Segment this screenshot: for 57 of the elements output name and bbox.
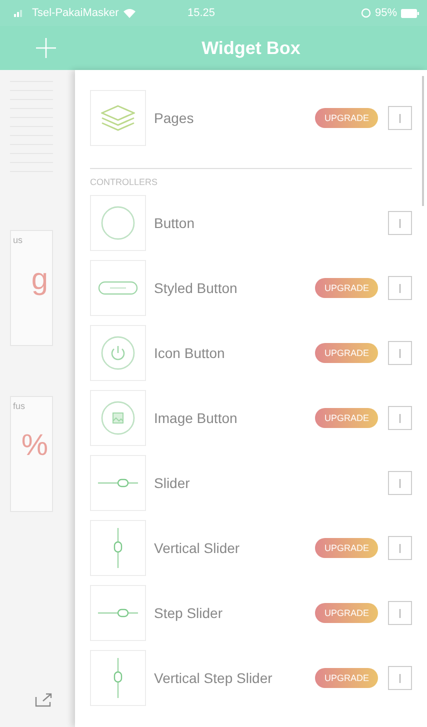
info-icon[interactable] bbox=[388, 406, 412, 430]
widget-name[interactable]: Vertical Slider bbox=[154, 540, 316, 556]
power-icon bbox=[101, 336, 135, 370]
widget-name[interactable]: Step Slider bbox=[154, 605, 316, 621]
upgrade-badge[interactable]: UPGRADE bbox=[315, 603, 378, 623]
rotation-lock-icon bbox=[360, 8, 371, 18]
widget-thumbnail[interactable] bbox=[90, 90, 146, 146]
info-icon[interactable] bbox=[388, 536, 412, 560]
status-time: 15.25 bbox=[187, 7, 216, 19]
circle-icon bbox=[101, 206, 135, 240]
add-icon[interactable] bbox=[35, 37, 57, 59]
widget-name[interactable]: Styled Button bbox=[154, 280, 316, 296]
widget-label: us bbox=[13, 235, 24, 245]
info-icon[interactable] bbox=[388, 601, 412, 625]
widget-thumbnail[interactable] bbox=[90, 585, 146, 641]
widget-name[interactable]: Icon Button bbox=[154, 345, 316, 361]
slider-icon bbox=[98, 478, 138, 488]
widget-value: % bbox=[20, 429, 49, 463]
battery-percent: 95% bbox=[374, 7, 397, 19]
widget-name[interactable]: Image Button bbox=[154, 410, 316, 426]
carrier-name: Tsel-PakaiMasker bbox=[32, 7, 119, 19]
info-icon[interactable] bbox=[388, 471, 412, 495]
widget-thumbnail[interactable] bbox=[90, 325, 146, 381]
upgrade-badge[interactable]: UPGRADE bbox=[315, 408, 378, 428]
upgrade-badge[interactable]: UPGRADE bbox=[315, 108, 378, 128]
upgrade-badge[interactable]: UPGRADE bbox=[315, 538, 378, 558]
widget-name[interactable]: Vertical Step Slider bbox=[154, 670, 316, 686]
window-title: Widget Box bbox=[200, 38, 302, 58]
vertical-step-slider-icon bbox=[113, 658, 123, 698]
widget-thumbnail[interactable] bbox=[90, 650, 146, 706]
widget-name[interactable]: Slider bbox=[154, 475, 388, 491]
info-icon[interactable] bbox=[388, 211, 412, 235]
upgrade-badge[interactable]: UPGRADE bbox=[315, 668, 378, 688]
step-slider-icon bbox=[98, 608, 138, 618]
pill-button-icon bbox=[98, 281, 138, 295]
info-icon[interactable] bbox=[388, 341, 412, 365]
widget-label: fus bbox=[13, 401, 26, 411]
battery-icon bbox=[401, 8, 419, 18]
widget-thumbnail[interactable] bbox=[90, 455, 146, 511]
widget-thumbnail[interactable] bbox=[90, 390, 146, 446]
widget-thumbnail[interactable] bbox=[90, 195, 146, 251]
image-icon bbox=[101, 401, 135, 435]
layers-icon bbox=[101, 105, 135, 131]
upgrade-badge[interactable]: UPGRADE bbox=[315, 278, 378, 298]
info-icon[interactable] bbox=[388, 106, 412, 130]
section-header: CONTROLLERS bbox=[90, 168, 412, 195]
widget-name[interactable]: Button bbox=[154, 215, 388, 231]
vertical-slider-icon bbox=[113, 528, 123, 568]
widget-thumbnail[interactable] bbox=[90, 260, 146, 316]
wifi-icon bbox=[122, 8, 136, 18]
upgrade-badge[interactable]: UPGRADE bbox=[315, 343, 378, 363]
widget-name[interactable]: Pages bbox=[154, 110, 316, 126]
widget-value: g bbox=[30, 263, 49, 297]
widget-thumbnail[interactable] bbox=[90, 520, 146, 576]
share-icon[interactable] bbox=[35, 693, 53, 707]
info-icon[interactable] bbox=[388, 276, 412, 300]
info-icon[interactable] bbox=[388, 666, 412, 690]
